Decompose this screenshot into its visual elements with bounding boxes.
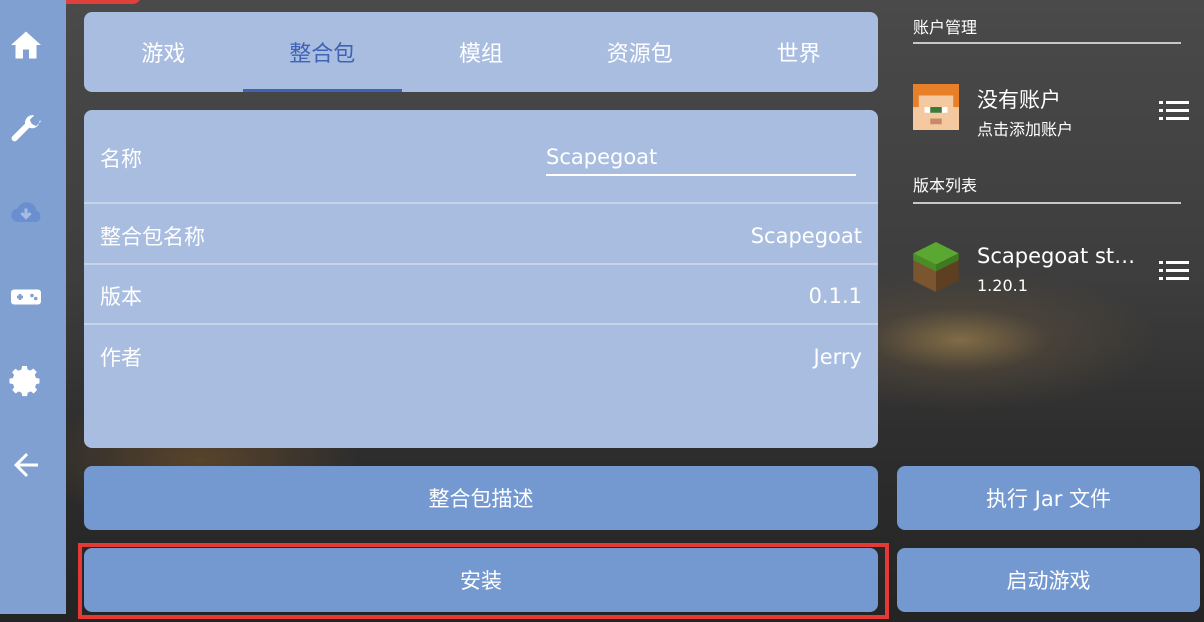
version-label: 版本 bbox=[100, 285, 142, 309]
run-jar-button[interactable]: 执行 Jar 文件 bbox=[897, 466, 1200, 530]
name-label: 名称 bbox=[100, 147, 142, 171]
grass-block-icon bbox=[913, 242, 959, 292]
version-subtitle: 1.20.1 bbox=[977, 276, 1028, 295]
account-title: 没有账户 bbox=[977, 88, 1061, 112]
steve-avatar-icon bbox=[913, 84, 959, 130]
modpack-description-button[interactable]: 整合包描述 bbox=[84, 466, 878, 530]
tab-resource-packs[interactable]: 资源包 bbox=[560, 12, 719, 92]
back-arrow-icon[interactable] bbox=[5, 444, 47, 486]
right-panel: 账户管理 没有账户 点击添加账户 版本列表 Scapegoat st… 1.20… bbox=[897, 0, 1204, 460]
list-menu-icon[interactable] bbox=[1159, 100, 1189, 122]
account-section-title: 账户管理 bbox=[913, 18, 978, 37]
account-item[interactable]: 没有账户 点击添加账户 bbox=[913, 80, 1189, 150]
tab-game[interactable]: 游戏 bbox=[84, 12, 243, 92]
sidebar bbox=[0, 0, 66, 614]
launch-game-button[interactable]: 启动游戏 bbox=[897, 548, 1200, 612]
version-title: Scapegoat st… bbox=[977, 244, 1136, 268]
divider bbox=[84, 202, 878, 204]
tab-modpack[interactable]: 整合包 bbox=[242, 12, 402, 92]
author-label: 作者 bbox=[100, 346, 142, 370]
author-row: 作者 Jerry bbox=[84, 337, 878, 377]
divider bbox=[913, 202, 1181, 204]
tab-worlds[interactable]: 世界 bbox=[719, 12, 878, 92]
gear-icon[interactable] bbox=[5, 360, 47, 402]
version-value: 0.1.1 bbox=[808, 284, 862, 308]
version-row: 版本 0.1.1 bbox=[84, 276, 878, 316]
tab-bar: 游戏 整合包 模组 资源包 世界 bbox=[84, 12, 878, 92]
divider bbox=[913, 42, 1181, 44]
gamepad-icon[interactable] bbox=[5, 276, 47, 318]
author-value: Jerry bbox=[813, 345, 862, 369]
list-menu-icon[interactable] bbox=[1159, 260, 1189, 282]
modpack-info-card: 名称 整合包名称 Scapegoat 版本 0.1.1 作者 Jerry bbox=[84, 110, 878, 448]
cloud-download-icon[interactable] bbox=[5, 192, 47, 234]
pack-name-label: 整合包名称 bbox=[100, 225, 205, 249]
divider bbox=[84, 263, 878, 265]
version-item[interactable]: Scapegoat st… 1.20.1 bbox=[913, 240, 1189, 310]
wrench-icon[interactable] bbox=[5, 108, 47, 150]
versions-section-title: 版本列表 bbox=[913, 176, 978, 195]
account-subtitle: 点击添加账户 bbox=[977, 120, 1074, 139]
install-highlight-box bbox=[78, 543, 889, 619]
divider bbox=[84, 323, 878, 325]
name-input[interactable] bbox=[546, 140, 856, 176]
pack-name-row: 整合包名称 Scapegoat bbox=[84, 216, 878, 256]
home-icon[interactable] bbox=[5, 24, 47, 66]
tab-mods[interactable]: 模组 bbox=[402, 12, 561, 92]
pack-name-value: Scapegoat bbox=[750, 224, 862, 248]
